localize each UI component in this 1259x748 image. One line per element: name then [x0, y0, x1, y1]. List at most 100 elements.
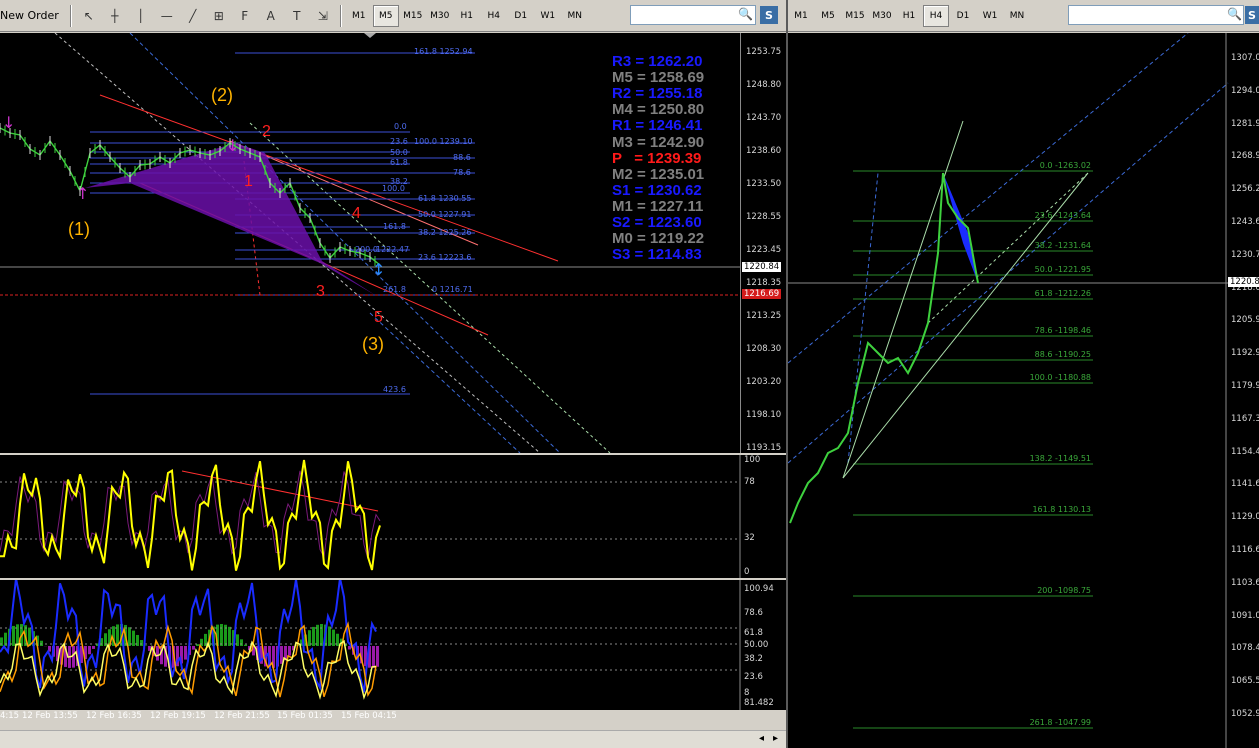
wave-label: 1 [244, 173, 253, 190]
timeframe-m5[interactable]: M5 [815, 5, 841, 27]
vertical-line-icon[interactable]: │ [128, 5, 154, 27]
timeframe-d1[interactable]: D1 [950, 5, 976, 27]
right-price-chart[interactable]: 0.0 -1263.02 23.6 -1243.64 38.2 -1231.64 50… [788, 33, 1259, 748]
timeframe-m15[interactable]: M15 [842, 5, 868, 27]
fib-label: 23.6 [390, 137, 408, 146]
histogram-bar [92, 646, 95, 649]
pivot-level: M4 = 1250.80 [612, 101, 705, 119]
price-tick: 1218.35 [746, 278, 782, 288]
price-tick: 1129.0 [1231, 512, 1259, 523]
timeframe-m1[interactable]: M1 [788, 5, 814, 27]
time-tick: 15 Feb 01:35 [277, 711, 333, 721]
fib-label: 100.0 [382, 184, 405, 193]
search-icon[interactable]: 🔍 [738, 7, 753, 21]
arrow-marker-icon: ↓ [2, 113, 15, 132]
new-order-button[interactable]: New Order [0, 5, 65, 27]
price-tick: 1078.4 [1231, 643, 1259, 654]
right-chart-canvas [788, 33, 1229, 748]
fib-label: 38.2 -1231.64 [1034, 241, 1091, 250]
pivot-level: S3 = 1214.83 [612, 246, 702, 264]
fib-label: 261.8 -1047.99 [1029, 718, 1091, 727]
price-tick: 1192.9 [1231, 348, 1259, 359]
oscillator-tick: 8 [744, 688, 750, 698]
channel-icon[interactable]: ⊞ [206, 5, 232, 27]
price-tick: 1141.6 [1231, 479, 1259, 490]
timeframe-h1[interactable]: H1 [896, 5, 922, 27]
multi-oscillator-canvas [0, 580, 741, 710]
timeframe-h4[interactable]: H4 [923, 4, 949, 27]
histogram-bar [156, 646, 159, 661]
fib-label: 50.0 -1221.95 [1034, 265, 1091, 274]
fib-label: 100.0 -1180.88 [1029, 373, 1091, 382]
timeframe-h1[interactable]: H1 [454, 5, 480, 27]
crosshair-icon[interactable]: ┼ [102, 5, 128, 27]
price-tick: 1167.3 [1231, 413, 1259, 424]
price-tick: 1205.9 [1231, 315, 1259, 326]
timeframe-h4[interactable]: H4 [481, 5, 507, 27]
go-icon[interactable]: S [760, 6, 778, 24]
histogram-bar [12, 625, 15, 646]
channel-line [129, 33, 561, 453]
pivot-level: M0 = 1219.22 [612, 230, 705, 248]
search-icon[interactable]: 🔍 [1227, 7, 1242, 21]
price-tick: 1103.6 [1231, 577, 1259, 588]
timeframe-w1[interactable]: W1 [535, 5, 561, 27]
scroll-right-icon[interactable]: ▸ [773, 733, 778, 744]
fib-label: 200 -1098.75 [1037, 586, 1091, 595]
price-tick: 1253.75 [746, 47, 782, 57]
price-tick: 1230.7 [1231, 249, 1259, 260]
left-price-chart[interactable]: ↓ ↑ ↓ ↕ 161.8 1252.94 0.0 23.6 100.0 123… [0, 33, 786, 453]
multi-oscillator-panel[interactable]: 100.94 78.6 61.8 50.00 38.2 23.6 8 81.482 [0, 580, 786, 710]
cursor-icon[interactable]: ↖ [76, 5, 102, 27]
timeframe-mn[interactable]: MN [562, 5, 588, 27]
shift-marker-icon[interactable] [364, 33, 376, 38]
oscillator-tick: 81.482 [744, 698, 774, 708]
horizontal-line-icon[interactable]: — [154, 5, 180, 27]
fib-label: 88.6 [453, 153, 471, 162]
fib-label: 161.8 1130.13 [1032, 505, 1091, 514]
stochastic-panel[interactable]: 100 78 32 0 [0, 455, 786, 578]
arrows-icon[interactable]: ⇲ [310, 5, 336, 27]
histogram-bar [240, 639, 243, 646]
histogram-bar [220, 624, 223, 646]
current-price-tag: 1220.84 [742, 262, 782, 272]
histogram-bar [184, 646, 187, 660]
oscillator-tick: 23.6 [744, 672, 763, 682]
text-icon[interactable]: A [258, 5, 284, 27]
time-tick: 12 Feb 13:55 [22, 711, 78, 721]
histogram-bar [0, 637, 3, 646]
pivot-level: R1 = 1246.41 [612, 117, 703, 135]
histogram-bar [244, 644, 247, 646]
price-tick: 1213.25 [746, 311, 782, 321]
pivot-level: S2 = 1223.60 [612, 214, 702, 231]
text-label-icon[interactable]: T [284, 5, 310, 27]
trendline-icon[interactable]: ╱ [180, 5, 206, 27]
timeframe-m1[interactable]: M1 [346, 5, 372, 27]
timeframe-m30[interactable]: M30 [427, 5, 453, 27]
timeframe-w1[interactable]: W1 [977, 5, 1003, 27]
go-icon[interactable]: S [1245, 6, 1259, 24]
time-tick: 12 Feb 16:35 [86, 711, 142, 721]
search-input-right[interactable] [1068, 5, 1244, 25]
timeframe-d1[interactable]: D1 [508, 5, 534, 27]
histogram-bar [40, 640, 43, 646]
price-tick: 1091.0 [1231, 610, 1259, 621]
timeframe-m15[interactable]: M15 [400, 5, 426, 27]
left-price-axis [740, 33, 786, 453]
fib-label: 61.8 -1212.26 [1034, 289, 1091, 298]
timeframe-bar: M1 M5 M15 M30 H1 H4 D1 W1 MN [788, 4, 1031, 27]
oscillator-tick: 50.00 [744, 640, 769, 650]
fib-label: 38.2 1225.26 [418, 228, 472, 237]
harmonic-pattern [85, 143, 375, 295]
timeframe-m30[interactable]: M30 [869, 5, 895, 27]
timeframe-m5[interactable]: M5 [372, 4, 399, 27]
fibonacci-icon[interactable]: F [232, 5, 258, 27]
scroll-left-icon[interactable]: ◂ [759, 733, 764, 744]
oscillator-tick: 100.94 [744, 584, 774, 594]
price-tick: 1243.70 [746, 113, 782, 123]
wave-label: 3 [316, 283, 325, 300]
time-tick: 4:15 [0, 711, 20, 721]
left-horizontal-scrollbar[interactable]: ◂ ▸ [0, 730, 786, 748]
wave-label: (3) [362, 334, 384, 354]
timeframe-mn[interactable]: MN [1004, 5, 1030, 27]
